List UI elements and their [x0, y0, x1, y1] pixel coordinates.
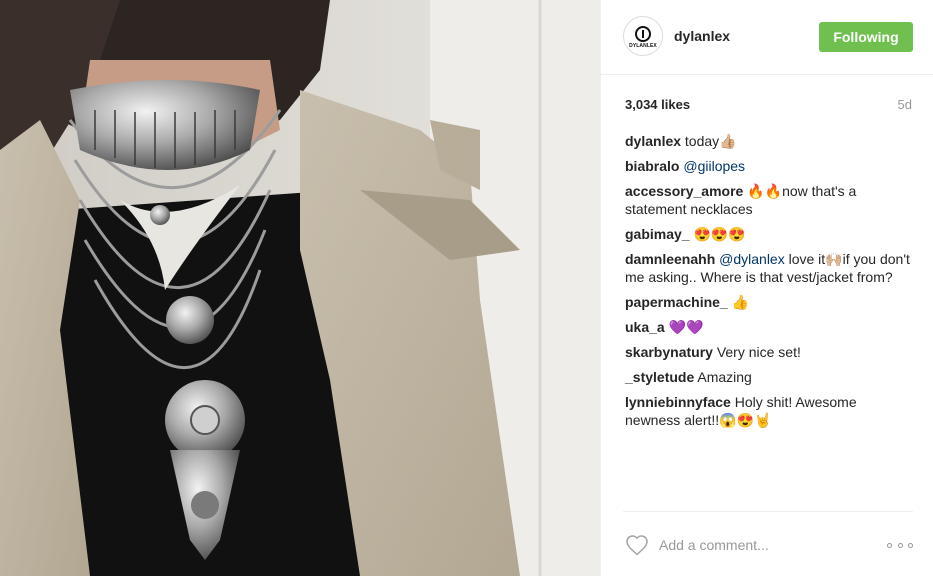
more-options-icon[interactable] [887, 540, 913, 550]
comment-username[interactable]: skarbynatury [625, 344, 713, 360]
post-age[interactable]: 5d [898, 97, 912, 112]
comment-username[interactable]: dylanlex [625, 133, 681, 149]
post-header: DYLANLEX dylanlex Following [601, 0, 933, 75]
comment-text: today👍🏼 [684, 133, 737, 149]
add-comment-input[interactable] [659, 534, 869, 556]
comment-item: accessory_amore 🔥🔥now that's a statement… [625, 182, 915, 218]
comment-username[interactable]: papermachine_ [625, 294, 728, 310]
comment-username[interactable]: biabralo [625, 158, 679, 174]
dylanlex-logo-icon [635, 25, 651, 42]
comment-item: gabimay_ 😍😍😍 [625, 225, 915, 243]
more-dot [887, 542, 892, 548]
comment-item: dylanlex today👍🏼 [625, 132, 915, 150]
comment-username[interactable]: _styletude [625, 369, 694, 385]
comment-item: biabralo @giilopes [625, 157, 915, 175]
post-photo[interactable] [0, 0, 600, 576]
comment-username[interactable]: lynniebinnyface [625, 394, 731, 410]
comment-username[interactable]: accessory_amore [625, 183, 743, 199]
comment-username[interactable]: uka_a [625, 319, 665, 335]
comment-username[interactable]: gabimay_ [625, 226, 690, 242]
likes-count[interactable]: 3,034 likes [625, 97, 690, 112]
comment-list: dylanlex today👍🏼 biabralo @giilopes access… [625, 132, 915, 436]
comment-mention[interactable]: @giilopes [683, 158, 745, 174]
heart-outline-icon[interactable] [625, 534, 649, 556]
more-dot [897, 542, 903, 548]
avatar-logo-text: DYLANLEX [629, 42, 657, 49]
comment-text: Amazing [697, 369, 752, 385]
following-button[interactable]: Following [819, 22, 913, 52]
comment-text: 💜💜 [668, 319, 704, 335]
comment-text: 👍 [731, 294, 750, 310]
comment-text: Very nice set! [716, 344, 801, 360]
comment-mention[interactable]: @dylanlex [719, 251, 785, 267]
post-footer [601, 512, 933, 576]
more-dot [908, 542, 913, 548]
avatar[interactable]: DYLANLEX [623, 16, 663, 56]
comment-item: damnleenahh @dylanlex love it🙌🏼if you do… [625, 250, 915, 286]
author-username[interactable]: dylanlex [674, 28, 730, 44]
post-details-panel: DYLANLEX dylanlex Following 3,034 likes … [600, 0, 933, 576]
comment-username[interactable]: damnleenahh [625, 251, 715, 267]
comment-item: skarbynatury Very nice set! [625, 343, 915, 361]
post-stats: 3,034 likes 5d [601, 76, 933, 121]
comment-item: _styletude Amazing [625, 368, 915, 386]
comment-item: lynniebinnyface Holy shit! Awesome newne… [625, 393, 915, 429]
comment-item: uka_a 💜💜 [625, 318, 915, 336]
comment-item: papermachine_ 👍 [625, 293, 915, 311]
comment-text: 😍😍😍 [693, 226, 746, 242]
